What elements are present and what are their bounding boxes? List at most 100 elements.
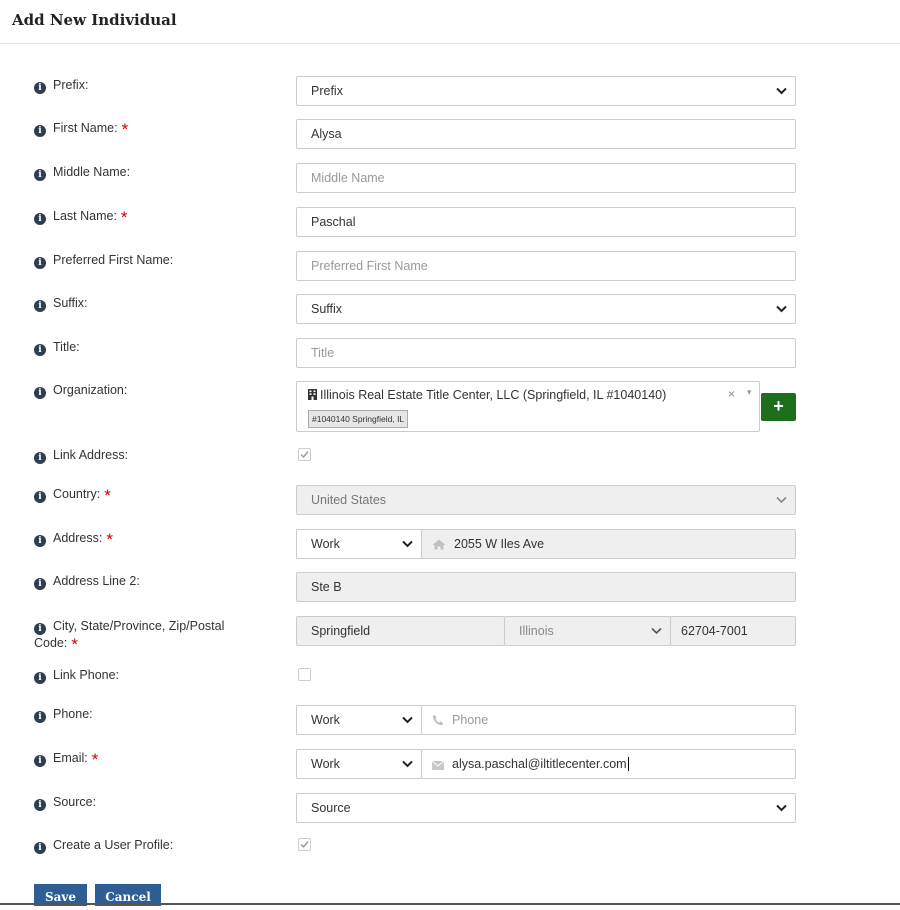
info-icon[interactable]: i [34, 491, 46, 503]
create-user-profile-checkbox[interactable] [298, 838, 311, 851]
caret-down-icon[interactable]: ▾ [747, 387, 752, 398]
label-phone: i Phone: [34, 707, 264, 723]
prefix-select[interactable]: Prefix [296, 76, 796, 106]
first-name-value: Alysa [311, 127, 342, 141]
label-organization: i Organization: [34, 383, 264, 399]
info-icon[interactable]: i [34, 672, 46, 684]
info-icon[interactable]: i [34, 623, 46, 635]
suffix-select[interactable]: Suffix [296, 294, 796, 324]
label-text: First Name: [53, 121, 118, 135]
info-icon[interactable]: i [34, 82, 46, 94]
info-icon[interactable]: i [34, 300, 46, 312]
info-icon[interactable]: i [34, 799, 46, 811]
email-type-select[interactable]: Work [296, 749, 422, 779]
required-marker: * [91, 750, 99, 769]
required-marker: * [104, 486, 111, 505]
chevron-down-icon [776, 794, 787, 812]
clear-icon[interactable]: × [728, 387, 735, 401]
phone-icon [432, 708, 444, 734]
chevron-down-icon [651, 617, 662, 635]
organization-selected: Illinois Real Estate Title Center, LLC (… [308, 388, 666, 403]
info-icon[interactable]: i [34, 711, 46, 723]
label-last-name: i Last Name: * [34, 208, 264, 227]
required-marker: * [120, 208, 128, 227]
chevron-down-icon [402, 750, 413, 768]
required-marker: * [71, 635, 78, 654]
phone-type-value: Work [311, 713, 340, 727]
label-text: City, State/Province, Zip/Postal [53, 619, 225, 633]
state-select[interactable]: Illinois [504, 616, 671, 646]
zip-input[interactable]: 62704-7001 [670, 616, 796, 646]
label-text: Prefix: [53, 78, 89, 92]
info-icon[interactable]: i [34, 452, 46, 464]
title-input[interactable]: Title [296, 338, 796, 368]
label-text: Link Address: [53, 448, 129, 462]
label-email: i Email: * [34, 750, 264, 769]
phone-placeholder: Phone [452, 713, 489, 727]
checkmark-icon [300, 451, 309, 459]
address-type-select[interactable]: Work [296, 529, 422, 559]
address-type-value: Work [311, 537, 340, 551]
info-icon[interactable]: i [34, 755, 46, 767]
organization-tag-label: #1040140 Springfield, IL [312, 414, 405, 424]
preferred-first-name-input[interactable]: Preferred First Name [296, 251, 796, 281]
organization-select[interactable]: Illinois Real Estate Title Center, LLC (… [296, 381, 760, 432]
city-input[interactable]: Springfield [296, 616, 505, 646]
country-select[interactable]: United States [296, 485, 796, 515]
info-icon[interactable]: i [34, 842, 46, 854]
city-value: Springfield [311, 624, 371, 638]
address-input[interactable]: 2055 W Iles Ave [421, 529, 796, 559]
building-icon [308, 389, 317, 403]
page-title: Add New Individual [12, 11, 177, 29]
label-text: Address: [53, 531, 103, 545]
label-text: Phone: [53, 707, 93, 721]
phone-input[interactable]: Phone [421, 705, 796, 735]
required-marker: * [106, 530, 113, 549]
checkmark-icon [300, 841, 309, 849]
label-first-name: i First Name: * [34, 121, 264, 138]
label-country: i Country: * [34, 486, 264, 505]
label-text: Source: [53, 795, 97, 809]
middle-name-placeholder: Middle Name [311, 171, 385, 185]
prefix-value: Prefix [311, 84, 343, 98]
zip-value: 62704-7001 [681, 624, 748, 638]
info-icon[interactable]: i [34, 344, 46, 356]
chevron-down-icon [402, 530, 413, 548]
save-label: Save [44, 890, 77, 904]
link-address-checkbox[interactable] [298, 448, 311, 461]
label-text: Suffix: [53, 296, 88, 310]
label-create-user-profile: i Create a User Profile: [34, 838, 264, 854]
info-icon[interactable]: i [34, 125, 46, 137]
source-value: Source [311, 801, 351, 815]
label-preferred-first-name: i Preferred First Name: [34, 253, 264, 269]
source-select[interactable]: Source [296, 793, 796, 823]
info-icon[interactable]: i [34, 213, 46, 225]
label-text: Link Phone: [53, 668, 120, 682]
page-header: Add New Individual [0, 0, 900, 44]
info-icon[interactable]: i [34, 578, 46, 590]
address-line2-input[interactable]: Ste B [296, 572, 796, 602]
organization-tag[interactable]: #1040140 Springfield, IL [308, 410, 409, 428]
label-source: i Source: [34, 795, 264, 811]
label-suffix: i Suffix: [34, 296, 264, 312]
label-link-address: i Link Address: [34, 448, 264, 464]
preferred-first-name-placeholder: Preferred First Name [311, 259, 428, 273]
email-value: alysa.paschal@iltitlecenter.com [452, 757, 627, 771]
link-phone-checkbox[interactable] [298, 668, 311, 681]
text-cursor [627, 757, 629, 771]
info-icon[interactable]: i [34, 535, 46, 547]
home-icon [432, 532, 446, 558]
info-icon[interactable]: i [34, 169, 46, 181]
add-organization-button[interactable]: + [761, 393, 796, 421]
email-input[interactable]: alysa.paschal@iltitlecenter.com [421, 749, 796, 779]
info-icon[interactable]: i [34, 387, 46, 399]
chevron-down-icon [776, 486, 787, 504]
first-name-input[interactable]: Alysa [296, 119, 796, 149]
middle-name-input[interactable]: Middle Name [296, 163, 796, 193]
last-name-input[interactable]: Paschal [296, 207, 796, 237]
info-icon[interactable]: i [34, 257, 46, 269]
chevron-down-icon [776, 77, 787, 95]
address-line2-value: Ste B [311, 580, 342, 594]
suffix-value: Suffix [311, 302, 343, 316]
phone-type-select[interactable]: Work [296, 705, 422, 735]
